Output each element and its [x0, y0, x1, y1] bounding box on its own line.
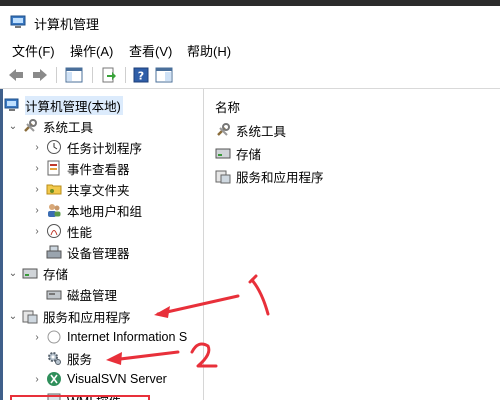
list-item-label: 系统工具	[236, 124, 287, 139]
chevron-right-icon[interactable]: ›	[30, 221, 44, 241]
tree-item-system-tools[interactable]: ⌄ 系统工具	[6, 116, 93, 136]
list-item[interactable]: 服务和应用程序	[215, 166, 324, 186]
annotation-highlight-box	[10, 395, 150, 400]
iis-icon	[46, 329, 62, 345]
tree-item-device-manager[interactable]: 设备管理器	[30, 242, 130, 262]
chevron-placeholder	[30, 242, 44, 262]
chevron-right-icon[interactable]: ›	[30, 369, 44, 389]
tree-root[interactable]: 计算机管理(本地)	[4, 95, 123, 115]
list-item[interactable]: 存储	[215, 143, 261, 163]
chevron-down-icon[interactable]: ⌄	[6, 306, 20, 326]
storage-icon	[215, 145, 231, 161]
chevron-right-icon[interactable]: ›	[30, 137, 44, 157]
tree-item-task-scheduler[interactable]: › 任务计划程序	[30, 137, 142, 157]
title-bar: 计算机管理	[0, 6, 500, 36]
toolbar-separator	[56, 67, 57, 83]
menu-action[interactable]: 操作(A)	[70, 41, 113, 60]
svg-text:?: ?	[138, 70, 144, 83]
menu-view[interactable]: 查看(V)	[129, 41, 172, 60]
tree-label: 服务	[67, 352, 93, 367]
tree-label: 系统工具	[43, 120, 94, 135]
column-header-name[interactable]: 名称	[215, 97, 240, 116]
tree-label: 存储	[43, 267, 69, 282]
tree-item-local-users[interactable]: › 本地用户和组	[30, 200, 142, 220]
tree-item-performance[interactable]: › 性能	[30, 221, 92, 241]
chevron-down-icon[interactable]: ⌄	[6, 263, 20, 283]
chevron-down-icon[interactable]: ⌄	[6, 116, 20, 136]
chevron-right-icon[interactable]: ›	[30, 200, 44, 220]
users-icon	[46, 202, 62, 218]
computer-management-icon	[4, 97, 20, 113]
tree-label: 本地用户和组	[67, 204, 143, 219]
clock-icon	[46, 139, 62, 155]
forward-arrow-icon[interactable]	[30, 65, 50, 85]
menu-help[interactable]: 帮助(H)	[187, 41, 231, 60]
tree-label: 设备管理器	[67, 246, 130, 261]
toolbar-separator	[92, 67, 93, 83]
tree-label: 磁盘管理	[67, 288, 118, 303]
tree-item-storage[interactable]: ⌄ 存储	[6, 263, 68, 283]
annotation-arrow-2	[106, 342, 218, 368]
toolbar-separator	[125, 67, 126, 83]
tree-item-disk-management[interactable]: 磁盘管理	[30, 284, 117, 304]
tree-item-event-viewer[interactable]: › 事件查看器	[30, 158, 130, 178]
visualsvn-icon	[46, 371, 62, 387]
tree-label: 事件查看器	[67, 162, 130, 177]
tree-item-services[interactable]: 服务	[30, 348, 92, 368]
menu-file[interactable]: 文件(F)	[12, 41, 55, 60]
tools-icon	[22, 118, 38, 134]
performance-icon	[46, 223, 62, 239]
services-apps-icon	[22, 308, 38, 324]
device-manager-icon	[46, 244, 62, 260]
disk-icon	[46, 286, 62, 302]
tree-label: 共享文件夹	[67, 183, 130, 198]
tree-label: 任务计划程序	[67, 141, 143, 156]
chevron-right-icon[interactable]: ›	[30, 179, 44, 199]
event-viewer-icon	[46, 160, 62, 176]
tree-item-services-apps[interactable]: ⌄ 服务和应用程序	[6, 306, 131, 326]
list-item[interactable]: 系统工具	[215, 120, 286, 140]
chevron-placeholder	[30, 348, 44, 368]
back-arrow-icon[interactable]	[6, 65, 26, 85]
shared-folder-icon	[46, 181, 62, 197]
list-item-label: 存储	[236, 147, 262, 162]
tree-label: 性能	[67, 225, 93, 240]
annotation-arrow-1	[154, 274, 270, 318]
help-icon[interactable]: ?	[131, 65, 151, 85]
window-title: 计算机管理	[34, 17, 100, 32]
export-list-icon[interactable]	[99, 65, 119, 85]
storage-icon	[22, 265, 38, 281]
results-pane: 名称 系统工具 存储 服务和应用程序	[205, 89, 500, 400]
gear-icon	[46, 350, 62, 366]
chevron-right-icon[interactable]: ›	[30, 158, 44, 178]
menu-bar: 文件(F) 操作(A) 查看(V) 帮助(H)	[0, 38, 500, 60]
tree-label: 服务和应用程序	[43, 310, 131, 325]
computer-management-icon	[10, 14, 26, 33]
services-apps-icon	[215, 168, 231, 184]
chevron-placeholder	[30, 284, 44, 304]
tree-root-label: 计算机管理(本地)	[25, 95, 123, 115]
console-tree-icon[interactable]	[154, 65, 174, 85]
chevron-right-icon[interactable]: ›	[30, 327, 44, 347]
list-item-label: 服务和应用程序	[236, 170, 324, 185]
tools-icon	[215, 122, 231, 138]
tree-item-shared-folders[interactable]: › 共享文件夹	[30, 179, 130, 199]
toolbar: ?	[0, 62, 500, 89]
show-hide-tree-icon[interactable]	[64, 65, 84, 85]
